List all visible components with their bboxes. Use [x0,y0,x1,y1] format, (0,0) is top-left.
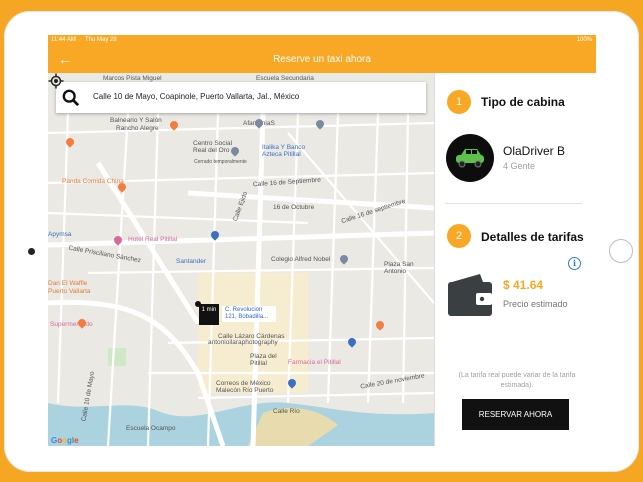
search-input[interactable]: Calle 10 de Mayo, Coapinole, Puerto Vall… [93,92,299,101]
status-battery: 100% [576,37,592,43]
road-8 [106,112,130,446]
map-label: Cerrado temporalmente [194,159,247,165]
eta-marker[interactable]: 1 min [199,304,219,325]
map-label: Panda Comida China [62,178,124,185]
search-bar[interactable]: Calle 10 de Mayo, Coapinole, Puerto Vall… [56,82,426,113]
map-label: Calle Río [273,408,300,415]
map-label: Plaza del Pitillal [250,353,277,367]
status-time: 11:44 AM [51,37,76,43]
capacity-label: 4 Gente [503,161,536,171]
taxi-avatar[interactable] [446,134,494,182]
map-label: Farmacia el Pitillal [288,359,341,366]
map-label: Puerto Vallarta [48,288,91,295]
map-park [108,348,126,366]
road-15 [56,112,70,404]
my-location-icon[interactable] [48,73,64,89]
status-date: Thu May 28 [85,37,117,43]
road-13 [366,112,380,404]
pickup-address-label[interactable]: C. Revolucion 121, Bobadilla... [222,306,276,322]
price-caption: Precio estimado [503,299,568,309]
map-label: Escuela Secundaria [256,75,314,82]
map-label: Balneario Y Salón [110,117,162,124]
road-14 [401,112,410,404]
section-divider [445,203,582,204]
driver-name: OlaDriver B [503,144,566,158]
map-label: antonioilaraphotography [208,339,278,346]
cabin-type-title: Tipo de cabina [481,95,565,109]
map-label: Italika Y Banco Azteca Pitillal [262,144,306,158]
reserve-now-button[interactable]: RESERVAR AHORA [462,399,569,430]
search-icon[interactable] [62,89,80,107]
wallet-icon [448,274,492,316]
map-label: Dan El Waffle [48,280,88,287]
map-label: Marcos Pista Miguel [103,75,162,82]
step-1-badge: 1 [447,90,471,114]
map-label: Rancho Alegre [116,125,159,132]
road-3 [48,211,309,225]
map-label: Colegio Alfred Nobel [271,256,331,263]
map-label: 16 de Octubre [273,204,315,211]
booking-panel: 1 Tipo de cabina OlaDriver B 4 Gente 2 D… [434,73,596,446]
road-1 [48,121,434,135]
map-label: Hotel Real Pitillal [128,236,178,243]
map-label: Escuela Ocampo [126,425,176,432]
info-icon[interactable]: i [568,257,581,270]
app-bar: ← Reserve un taxi ahora [48,46,596,73]
google-logo: Google [51,436,79,445]
fare-details-title: Detalles de tarifas [481,230,584,244]
map-label: Plaza San Antonio [384,261,414,275]
map-river [48,402,434,446]
camera [28,248,35,255]
status-bar: 11:44 AM Thu May 28 100% [48,35,596,46]
home-button[interactable] [609,239,633,263]
map-label: Correos de México Malecón Río Puerto [216,380,274,394]
road-4 [87,266,434,275]
step-2-badge: 2 [447,224,471,248]
map-label: Santander [176,258,206,265]
page-title: Reserve un taxi ahora [273,54,371,65]
road-9 [146,112,160,446]
map-label: Apymsa [48,231,72,238]
app-screen: 11:44 AM Thu May 28 100% ← Reserve un ta… [48,35,596,446]
estimated-price: $ 41.64 [503,278,544,292]
map-view[interactable]: Calle 10 de Mayo, Coapinole, Puerto Vall… [48,73,434,446]
fare-disclaimer: (La tarifa real puede variar de la tarif… [458,372,576,389]
car-icon [456,149,484,168]
